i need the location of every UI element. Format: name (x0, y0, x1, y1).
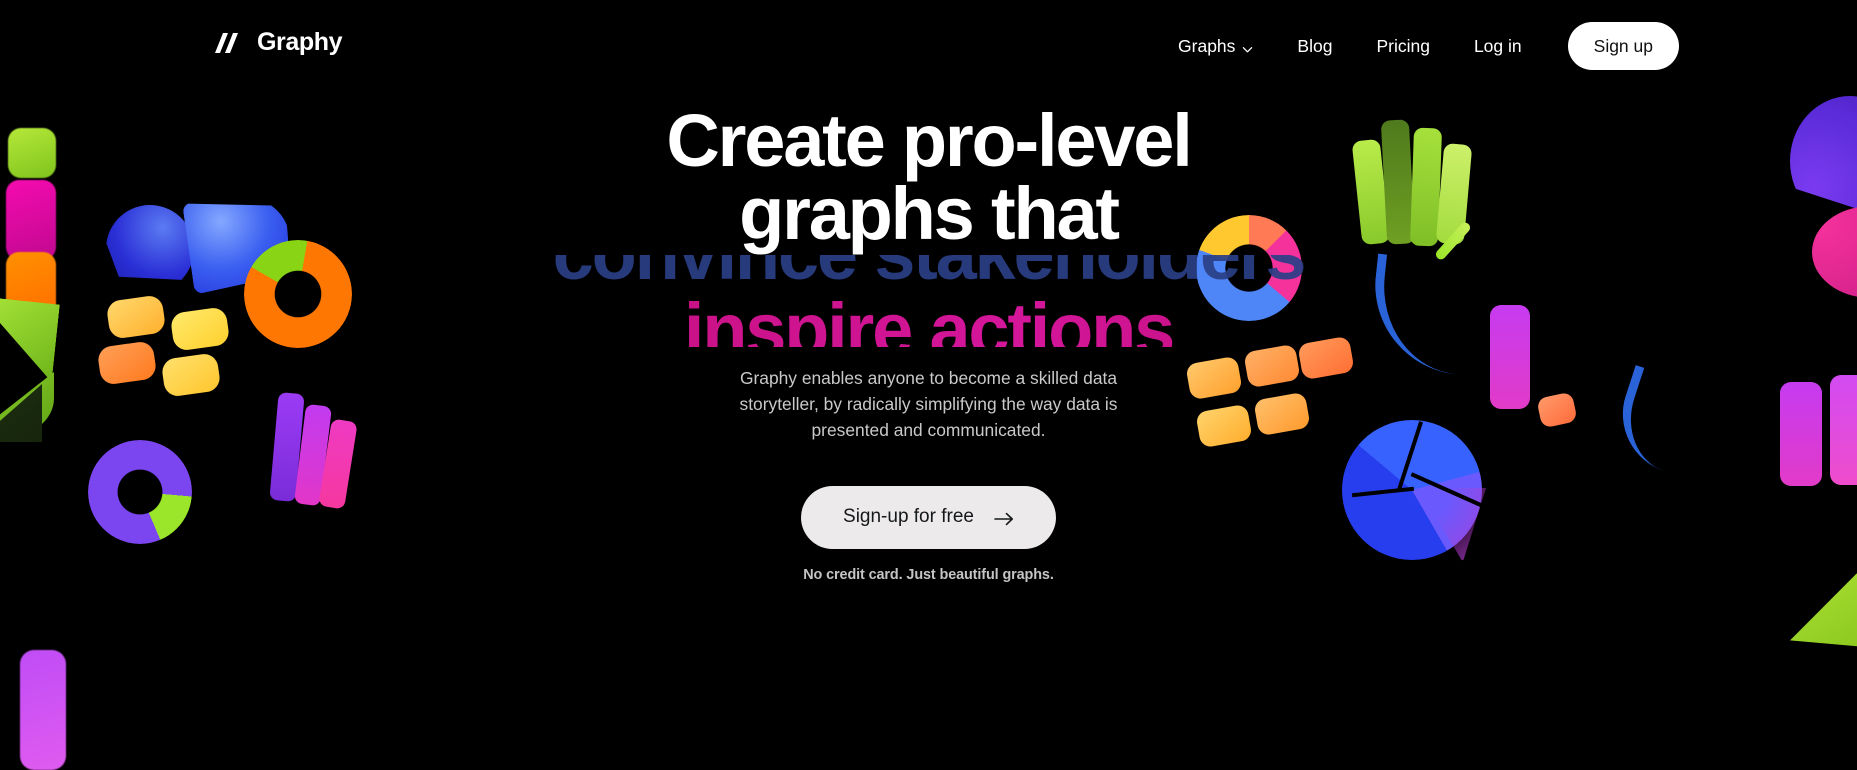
rotating-text-outgoing: convince stakeholders (479, 255, 1379, 291)
headline-line-1: Create pro-level (666, 99, 1192, 182)
nav-item-pricing[interactable]: Pricing (1354, 22, 1452, 70)
page-title: Create pro-level graphs that (666, 104, 1192, 251)
chevron-down-icon (1242, 39, 1253, 52)
graphy-slashes-logo-icon (214, 30, 248, 56)
landing-page: Graphy Graphs Blog Pricing Log in Sign u… (0, 0, 1857, 770)
headline-line-2: graphs that (739, 172, 1120, 256)
rotating-text-incoming: inspire actions (479, 292, 1379, 347)
arrow-right-icon (994, 510, 1014, 526)
decor-violet-bar (20, 650, 66, 770)
signup-for-free-label: Sign-up for free (843, 506, 974, 528)
signup-for-free-button[interactable]: Sign-up for free (801, 485, 1056, 549)
nav-item-blog[interactable]: Blog (1275, 22, 1354, 70)
rotating-headline: convince stakeholders inspire actions (479, 255, 1379, 347)
nav-item-pricing-label: Pricing (1376, 35, 1430, 56)
cta-fineprint: No credit card. Just beautiful graphs. (803, 566, 1054, 583)
nav-item-blog-label: Blog (1297, 35, 1333, 56)
logo[interactable]: Graphy (214, 28, 343, 57)
logo-text: Graphy (257, 28, 343, 56)
nav-item-graphs-label: Graphs (1178, 35, 1236, 56)
nav-item-graphs[interactable]: Graphs (1156, 22, 1275, 70)
signup-button[interactable]: Sign up (1567, 22, 1679, 70)
hero-section: Create pro-level graphs that convince st… (0, 104, 1857, 583)
nav-item-login[interactable]: Log in (1452, 22, 1544, 70)
hero-subtitle: Graphy enables anyone to become a skille… (739, 367, 1118, 441)
nav-item-login-label: Log in (1473, 35, 1522, 56)
main-navigation: Graphs Blog Pricing Log in Sign up (1156, 22, 1857, 70)
site-header: Graphy Graphs Blog Pricing Log in Sign u… (0, 0, 1857, 92)
